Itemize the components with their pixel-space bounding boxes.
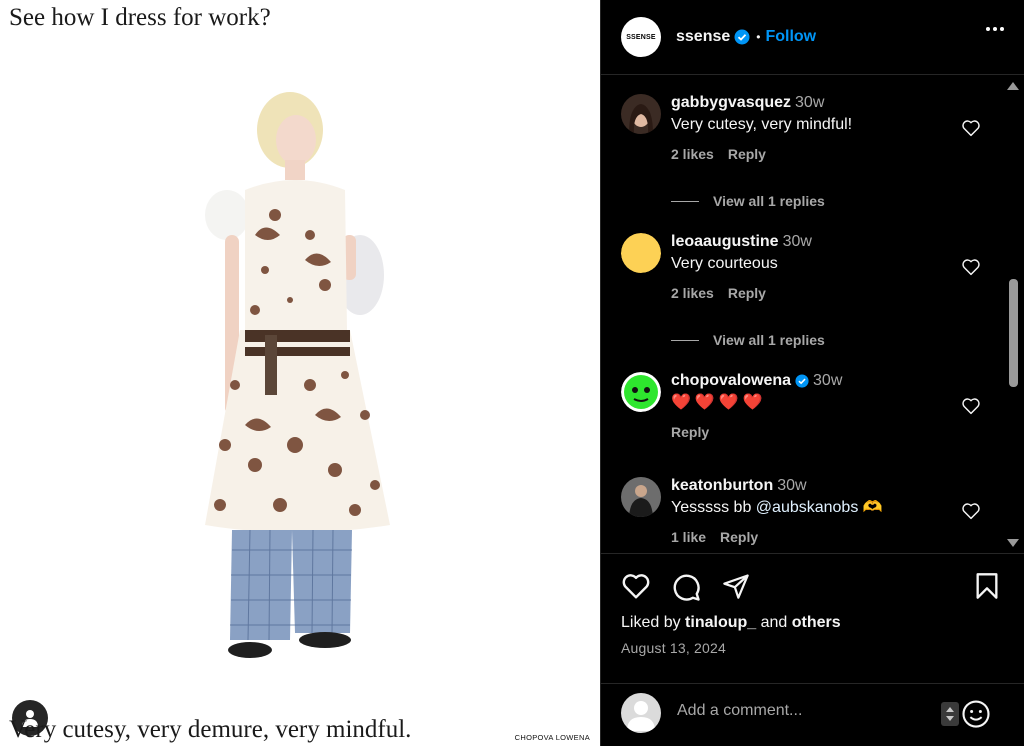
- commenter-avatar[interactable]: [621, 233, 661, 273]
- mention-link[interactable]: @aubskanobs: [756, 499, 859, 516]
- comment-time[interactable]: 30w: [813, 372, 842, 389]
- comment-heart-icon[interactable]: [961, 258, 981, 276]
- comment-time[interactable]: 30w: [783, 233, 812, 250]
- reply-button[interactable]: Reply: [671, 424, 709, 440]
- view-replies-button[interactable]: View all 1 replies: [671, 193, 825, 209]
- post-image: See how I dress for work? Very cutesy, v…: [0, 0, 600, 746]
- brand-watermark: CHOPOVA LOWENA: [514, 733, 590, 742]
- comment-username[interactable]: chopovalowena: [671, 372, 791, 389]
- post-date[interactable]: August 13, 2024: [621, 640, 726, 656]
- commenter-avatar[interactable]: [621, 372, 661, 412]
- author-username-text[interactable]: ssense: [676, 28, 730, 45]
- image-caption-top: See how I dress for work?: [9, 4, 271, 31]
- commenter-avatar[interactable]: [621, 477, 661, 517]
- liked-user-link[interactable]: tinaloup_: [685, 614, 756, 631]
- comment-text-prefix: Yesssss bb: [671, 499, 756, 516]
- comment-heart-icon[interactable]: [961, 397, 981, 415]
- view-replies-button[interactable]: View all 1 replies: [671, 332, 825, 348]
- author-username[interactable]: ssense: [676, 28, 750, 46]
- emoji-icon[interactable]: [961, 699, 991, 729]
- comment-username[interactable]: leoaaugustine: [671, 233, 779, 250]
- replies-divider: [671, 339, 699, 341]
- comment-composer: [601, 683, 1024, 746]
- replies-divider: [671, 200, 699, 202]
- reply-button[interactable]: Reply: [728, 285, 766, 301]
- separator-dot: •: [756, 30, 761, 44]
- comment-text: ❤️❤️❤️❤️: [671, 394, 767, 411]
- input-spinner-control[interactable]: [941, 702, 959, 726]
- comment-heart-icon[interactable]: [961, 119, 981, 137]
- comment-likes[interactable]: 2 likes: [671, 146, 714, 162]
- comment-text: Very courteous: [671, 255, 778, 272]
- verified-badge-icon: [734, 29, 750, 45]
- comment-time[interactable]: 30w: [777, 477, 806, 494]
- comment-username[interactable]: gabbygvasquez: [671, 94, 791, 111]
- comment-heart-icon[interactable]: [961, 502, 981, 520]
- comments-list: gabbygvasquez 30w Very cutesy, very mindf…: [601, 76, 1024, 553]
- comment-icon[interactable]: [671, 572, 701, 602]
- comment-text-suffix: 🫶: [858, 499, 883, 516]
- comment-username[interactable]: keatonburton: [671, 477, 773, 494]
- bookmark-icon[interactable]: [975, 572, 999, 600]
- reply-button[interactable]: Reply: [728, 146, 766, 162]
- comment-text: Very cutesy, very mindful!: [671, 116, 853, 133]
- comments-scrollbar[interactable]: [1005, 76, 1022, 553]
- share-icon[interactable]: [721, 572, 751, 600]
- comment-input[interactable]: [677, 702, 927, 720]
- comment-time[interactable]: 30w: [795, 94, 824, 111]
- scroll-down-arrow-icon[interactable]: [1007, 539, 1019, 547]
- comment-text: Yesssss bb @aubskanobs 🫶: [671, 498, 961, 518]
- image-caption-bottom: Very cutesy, very demure, very mindful.: [9, 716, 412, 743]
- comment-body: leoaaugustine 30w Very courteous 2 likes R…: [671, 233, 961, 301]
- post-header: SSENSE ssense • Follow: [601, 0, 1024, 75]
- heart-icon[interactable]: [621, 572, 651, 600]
- liked-by-text: Liked by tinaloup_ and others: [621, 614, 841, 632]
- author-avatar[interactable]: SSENSE: [621, 17, 661, 57]
- liked-and: and: [756, 614, 792, 631]
- commenter-avatar[interactable]: [621, 94, 661, 134]
- liked-others-link[interactable]: others: [792, 614, 841, 631]
- follow-button[interactable]: Follow: [765, 28, 816, 46]
- comment-body: gabbygvasquez 30w Very cutesy, very mindf…: [671, 94, 961, 162]
- more-options-icon[interactable]: [986, 27, 1004, 31]
- model-figure: [205, 92, 390, 658]
- post-side-panel: SSENSE ssense • Follow gabbygvasquez30w: [600, 0, 1024, 746]
- comment-likes[interactable]: 2 likes: [671, 285, 714, 301]
- liked-prefix: Liked by: [621, 614, 686, 631]
- view-replies-label[interactable]: View all 1 replies: [713, 193, 825, 209]
- view-replies-label[interactable]: View all 1 replies: [713, 332, 825, 348]
- comment-likes[interactable]: 1 like: [671, 529, 706, 545]
- verified-badge-icon: [795, 374, 809, 388]
- comment-body: keatonburton 30w Yesssss bb @aubskanobs 🫶…: [671, 477, 961, 545]
- scroll-up-arrow-icon[interactable]: [1007, 82, 1019, 90]
- scrollbar-thumb[interactable]: [1009, 279, 1018, 387]
- comment-body: chopovalowena 30w ❤️❤️❤️❤️ Reply: [671, 372, 961, 440]
- reply-button[interactable]: Reply: [720, 529, 758, 545]
- post-actions: Liked by tinaloup_ and others August 13,…: [601, 553, 1024, 683]
- current-user-avatar: [621, 693, 661, 733]
